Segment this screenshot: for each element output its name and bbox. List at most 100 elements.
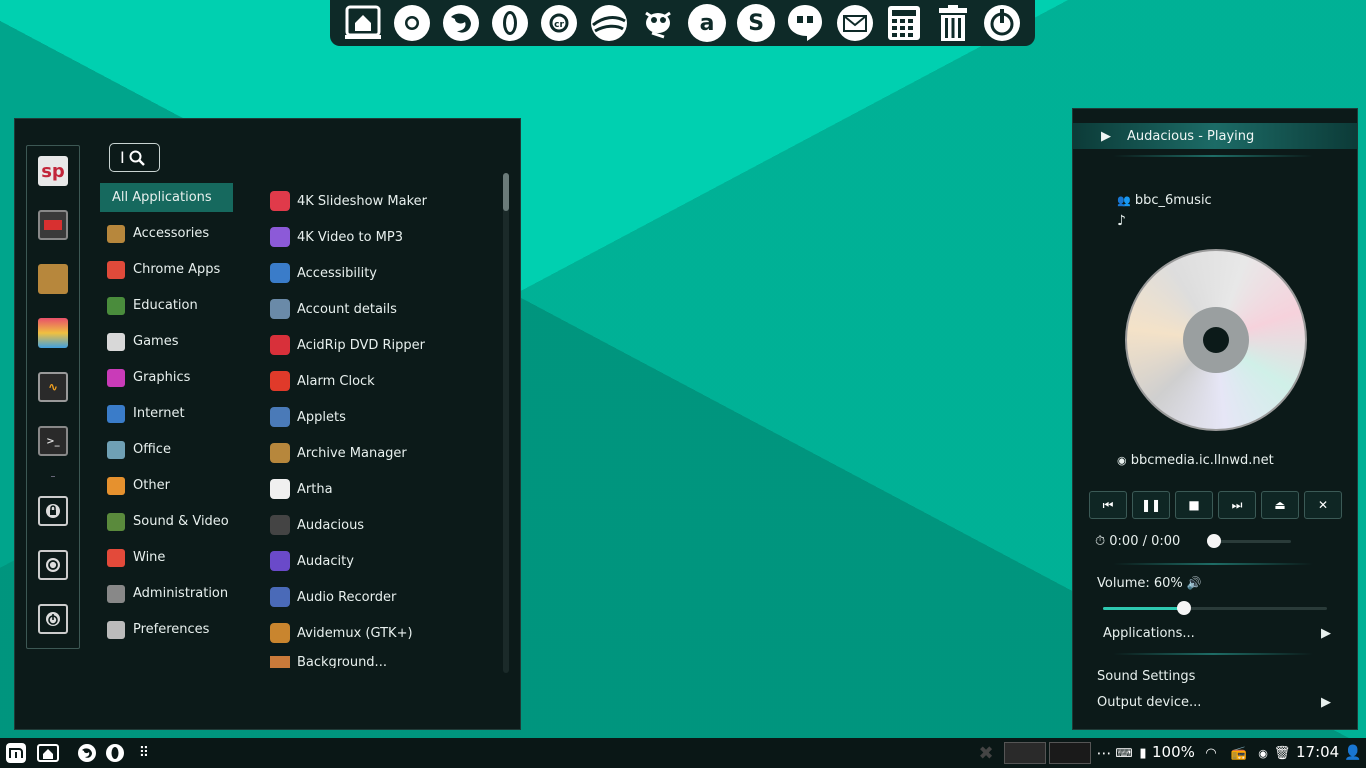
- category-label: All Applications: [112, 190, 212, 205]
- app-item[interactable]: Archive Manager: [270, 440, 407, 466]
- category-item[interactable]: Wine: [100, 543, 233, 572]
- search-input[interactable]: I: [109, 143, 160, 172]
- chromium-icon[interactable]: cr: [539, 3, 579, 43]
- stream-url: bbcmedia.ic.llnwd.net: [1130, 453, 1274, 468]
- category-item[interactable]: Games: [100, 327, 233, 356]
- mint-menu-icon[interactable]: [4, 742, 28, 764]
- next-icon: ⏭: [1231, 497, 1243, 512]
- app-item[interactable]: Account details: [270, 296, 397, 322]
- wifi-icon[interactable]: ◠: [1202, 742, 1220, 764]
- calculator-icon[interactable]: [884, 3, 924, 43]
- stop-icon: ■: [1188, 498, 1200, 512]
- keyboard-icon[interactable]: ⌨: [1115, 742, 1132, 764]
- show-apps-grid-icon[interactable]: ⠿: [134, 742, 154, 764]
- category-item[interactable]: Sound & Video: [100, 507, 233, 536]
- close-icon: ✕: [1317, 498, 1329, 512]
- app-label: Audacious: [297, 517, 365, 533]
- app-item[interactable]: Audio Recorder: [270, 584, 396, 610]
- category-item[interactable]: Administration: [100, 579, 233, 608]
- scrollbar-thumb[interactable]: [503, 173, 509, 211]
- stop-button[interactable]: ■: [1175, 491, 1213, 519]
- output-device-submenu[interactable]: Output device... ▶: [1097, 695, 1331, 710]
- app-item[interactable]: Alarm Clock: [270, 368, 375, 394]
- archive-manager-icon[interactable]: [38, 264, 68, 294]
- app-item[interactable]: Audacious: [270, 512, 364, 538]
- applications-submenu[interactable]: Applications... ▶: [1103, 626, 1331, 641]
- text-cursor: I: [120, 148, 125, 167]
- category-item[interactable]: Accessories: [100, 219, 233, 248]
- close-button[interactable]: ✕: [1304, 491, 1342, 519]
- position-slider[interactable]: [1209, 540, 1291, 543]
- favorites-separator: [51, 476, 55, 477]
- app-item[interactable]: Applets: [270, 404, 346, 430]
- skype-icon[interactable]: S: [736, 3, 776, 43]
- app-icon: [270, 407, 290, 427]
- eject-button[interactable]: ⏏: [1261, 491, 1299, 519]
- opera-icon[interactable]: [490, 3, 530, 43]
- logout-icon[interactable]: [38, 550, 68, 580]
- next-button[interactable]: ⏭: [1218, 491, 1256, 519]
- sound-applet-icon[interactable]: ◉: [1256, 742, 1270, 764]
- home-folder-icon[interactable]: [36, 742, 60, 764]
- user-icon[interactable]: 👤: [1344, 742, 1362, 764]
- previous-button[interactable]: ⏮: [1089, 491, 1127, 519]
- close-window-icon[interactable]: ✖: [976, 742, 996, 764]
- app-item[interactable]: Audacity: [270, 548, 354, 574]
- audacious-icon[interactable]: a: [687, 3, 727, 43]
- category-item[interactable]: Other: [100, 471, 233, 500]
- volume-slider-knob[interactable]: [1177, 601, 1191, 615]
- opera-icon[interactable]: [104, 742, 126, 764]
- pause-button[interactable]: ❚❚: [1132, 491, 1170, 519]
- hangouts-icon[interactable]: [785, 3, 825, 43]
- app-label: Audacity: [297, 553, 354, 569]
- app-item[interactable]: Artha: [270, 476, 333, 502]
- category-item[interactable]: Preferences: [100, 615, 233, 644]
- workspace-1[interactable]: [1004, 742, 1046, 764]
- app-label: Avidemux (GTK+): [297, 625, 413, 641]
- radio-applet-icon[interactable]: 📻: [1226, 742, 1252, 764]
- app-label: 4K Slideshow Maker: [297, 193, 427, 209]
- battery-icon[interactable]: ▮: [1135, 742, 1151, 764]
- trash-icon[interactable]: 🗑: [1274, 742, 1291, 764]
- shutdown-icon[interactable]: [38, 604, 68, 634]
- lock-screen-icon[interactable]: [38, 496, 68, 526]
- google-earth-icon[interactable]: [589, 3, 629, 43]
- firefox-icon[interactable]: [76, 742, 98, 764]
- app-item[interactable]: 4K Video to MP3: [270, 224, 403, 250]
- gimp-icon[interactable]: [638, 3, 678, 43]
- sound-settings-item[interactable]: Sound Settings: [1097, 669, 1195, 684]
- category-item[interactable]: Chrome Apps: [100, 255, 233, 284]
- app-item[interactable]: Accessibility: [270, 260, 377, 286]
- app-list-scrollbar[interactable]: [503, 173, 509, 673]
- overflow-dots-icon[interactable]: ⋯: [1096, 742, 1112, 764]
- app-item[interactable]: 4K Slideshow Maker: [270, 188, 427, 214]
- image-viewer-icon[interactable]: [38, 318, 68, 348]
- trash-icon[interactable]: [933, 3, 973, 43]
- position-slider-knob[interactable]: [1207, 534, 1221, 548]
- youtube-player-icon[interactable]: [38, 210, 68, 240]
- power-icon[interactable]: [982, 3, 1022, 43]
- separator: [1113, 155, 1313, 157]
- category-item[interactable]: All Applications: [100, 183, 233, 212]
- home-icon[interactable]: [343, 3, 383, 43]
- terminal-icon[interactable]: >_: [38, 426, 68, 456]
- category-item[interactable]: Education: [100, 291, 233, 320]
- workspace-2[interactable]: [1049, 742, 1091, 764]
- category-item[interactable]: Office: [100, 435, 233, 464]
- chrome-icon[interactable]: [392, 3, 432, 43]
- synaptic-icon[interactable]: sp: [38, 156, 68, 186]
- app-item[interactable]: AcidRip DVD Ripper: [270, 332, 425, 358]
- system-monitor-icon[interactable]: ∿: [38, 372, 68, 402]
- mail-icon[interactable]: [835, 3, 875, 43]
- firefox-icon[interactable]: [441, 3, 481, 43]
- app-item[interactable]: Background...: [270, 656, 387, 668]
- player-header[interactable]: ▶ Audacious - Playing: [1073, 123, 1357, 149]
- app-item[interactable]: Avidemux (GTK+): [270, 620, 413, 646]
- battery-percent: 100%: [1152, 743, 1195, 761]
- category-label: Wine: [133, 550, 166, 565]
- clock[interactable]: 17:04: [1296, 743, 1339, 761]
- top-dock: cr a S: [330, 0, 1035, 46]
- bottom-panel: ⠿ ✖ ⋯ ⌨ ▮ 100% ◠ 📻 ◉ 🗑 17:04 👤: [0, 738, 1366, 768]
- category-item[interactable]: Graphics: [100, 363, 233, 392]
- category-item[interactable]: Internet: [100, 399, 233, 428]
